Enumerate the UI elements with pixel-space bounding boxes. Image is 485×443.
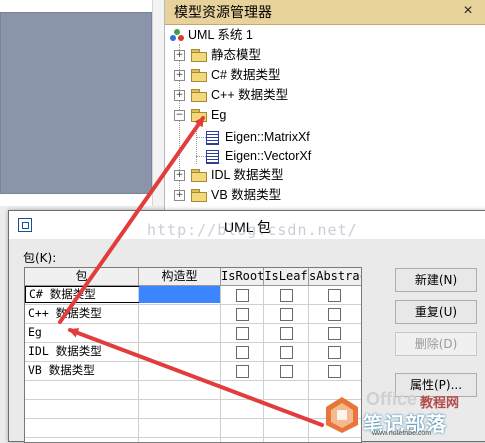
folder-icon bbox=[191, 69, 207, 82]
isroot-checkbox[interactable] bbox=[236, 346, 249, 359]
isroot-checkbox[interactable] bbox=[236, 308, 249, 321]
delete-button[interactable]: 删除(D) bbox=[395, 332, 477, 356]
table-row[interactable]: IDL 数据类型 bbox=[25, 343, 361, 362]
tree-root-label: UML 系统 1 bbox=[188, 28, 253, 42]
uml-system-icon bbox=[170, 29, 184, 41]
tree-item-label: C# 数据类型 bbox=[211, 68, 281, 82]
folder-icon bbox=[191, 169, 207, 182]
table-row[interactable]: Eg bbox=[25, 324, 361, 343]
isleaf-checkbox[interactable] bbox=[280, 289, 293, 302]
isleaf-checkbox[interactable] bbox=[280, 365, 293, 378]
watermark-text: http://blog.csdn.net/ bbox=[147, 221, 358, 239]
table-row[interactable]: C# 数据类型 bbox=[25, 286, 361, 305]
new-button[interactable]: 新建(N) bbox=[395, 268, 477, 292]
isabstract-checkbox[interactable] bbox=[328, 289, 341, 302]
empty-row bbox=[25, 400, 361, 419]
tree-item-label: 静态模型 bbox=[211, 48, 262, 62]
package-name-cell[interactable]: VB 数据类型 bbox=[25, 362, 139, 379]
explorer-title: 模型资源管理器 bbox=[165, 0, 485, 25]
table-row[interactable]: C++ 数据类型 bbox=[25, 305, 361, 324]
empty-row bbox=[25, 419, 361, 438]
column-header-package[interactable]: 包 bbox=[25, 268, 139, 286]
isroot-checkbox[interactable] bbox=[236, 327, 249, 340]
column-header-stereotype[interactable]: 构造型 bbox=[139, 268, 221, 286]
model-explorer-panel: 模型资源管理器 × UML 系统 1 + 静态模型 + C# 数据类型 + C+… bbox=[164, 0, 485, 210]
tree-guide bbox=[196, 156, 206, 157]
folder-open-icon bbox=[191, 109, 207, 122]
isleaf-checkbox[interactable] bbox=[280, 327, 293, 340]
isleaf-checkbox[interactable] bbox=[280, 308, 293, 321]
class-icon bbox=[206, 150, 219, 164]
package-name-cell[interactable]: IDL 数据类型 bbox=[25, 343, 139, 360]
package-name-cell[interactable]: C# 数据类型 bbox=[25, 286, 140, 303]
column-header-isleaf[interactable]: IsLeaf bbox=[264, 268, 309, 286]
tree-item-label: Eg bbox=[211, 108, 227, 122]
isroot-checkbox[interactable] bbox=[236, 365, 249, 378]
column-header-isroot[interactable]: IsRoot bbox=[221, 268, 264, 286]
isabstract-checkbox[interactable] bbox=[328, 346, 341, 359]
package-name-cell[interactable]: Eg bbox=[25, 324, 139, 341]
site-logo-icon bbox=[326, 397, 358, 433]
tree-item-label: C++ 数据类型 bbox=[211, 88, 289, 102]
expand-icon[interactable]: + bbox=[174, 170, 185, 181]
tree-item-label: Eigen::MatrixXf bbox=[225, 130, 310, 144]
diagram-canvas[interactable] bbox=[0, 0, 153, 206]
expand-icon[interactable]: + bbox=[174, 90, 185, 101]
expand-icon[interactable]: + bbox=[174, 70, 185, 81]
tree-item-label: Eigen::VectorXf bbox=[225, 149, 312, 163]
package-name-cell[interactable]: C++ 数据类型 bbox=[25, 305, 139, 322]
empty-row bbox=[25, 381, 361, 400]
isabstract-checkbox[interactable] bbox=[328, 327, 341, 340]
folder-icon bbox=[191, 49, 207, 62]
folder-icon bbox=[191, 89, 207, 102]
tree-guide bbox=[196, 137, 206, 138]
diagram-shape[interactable] bbox=[0, 12, 152, 194]
package-grid[interactable]: 包 构造型 IsRoot IsLeaf sAbstract C# 数据类型 C+… bbox=[24, 267, 362, 443]
tree-guide bbox=[196, 126, 197, 164]
collapse-icon[interactable]: − bbox=[174, 110, 185, 121]
table-row[interactable]: VB 数据类型 bbox=[25, 362, 361, 381]
isabstract-checkbox[interactable] bbox=[328, 365, 341, 378]
class-icon bbox=[206, 131, 219, 145]
duplicate-button[interactable]: 重复(U) bbox=[395, 300, 477, 324]
expand-icon[interactable]: + bbox=[174, 50, 185, 61]
expand-icon[interactable]: + bbox=[174, 190, 185, 201]
tree-item-label: IDL 数据类型 bbox=[211, 168, 284, 182]
logo-url-text: www.notetribe.com bbox=[372, 430, 432, 437]
close-icon[interactable]: × bbox=[460, 3, 476, 19]
stereotype-cell[interactable] bbox=[139, 286, 221, 303]
package-list-label: 包(K): bbox=[23, 251, 57, 265]
column-header-isabstract[interactable]: sAbstract bbox=[309, 268, 361, 286]
logo-office-text: Office bbox=[366, 389, 418, 409]
isabstract-checkbox[interactable] bbox=[328, 308, 341, 321]
isroot-checkbox[interactable] bbox=[236, 289, 249, 302]
isleaf-checkbox[interactable] bbox=[280, 346, 293, 359]
folder-icon bbox=[191, 189, 207, 202]
tree-item-label: VB 数据类型 bbox=[211, 188, 282, 202]
